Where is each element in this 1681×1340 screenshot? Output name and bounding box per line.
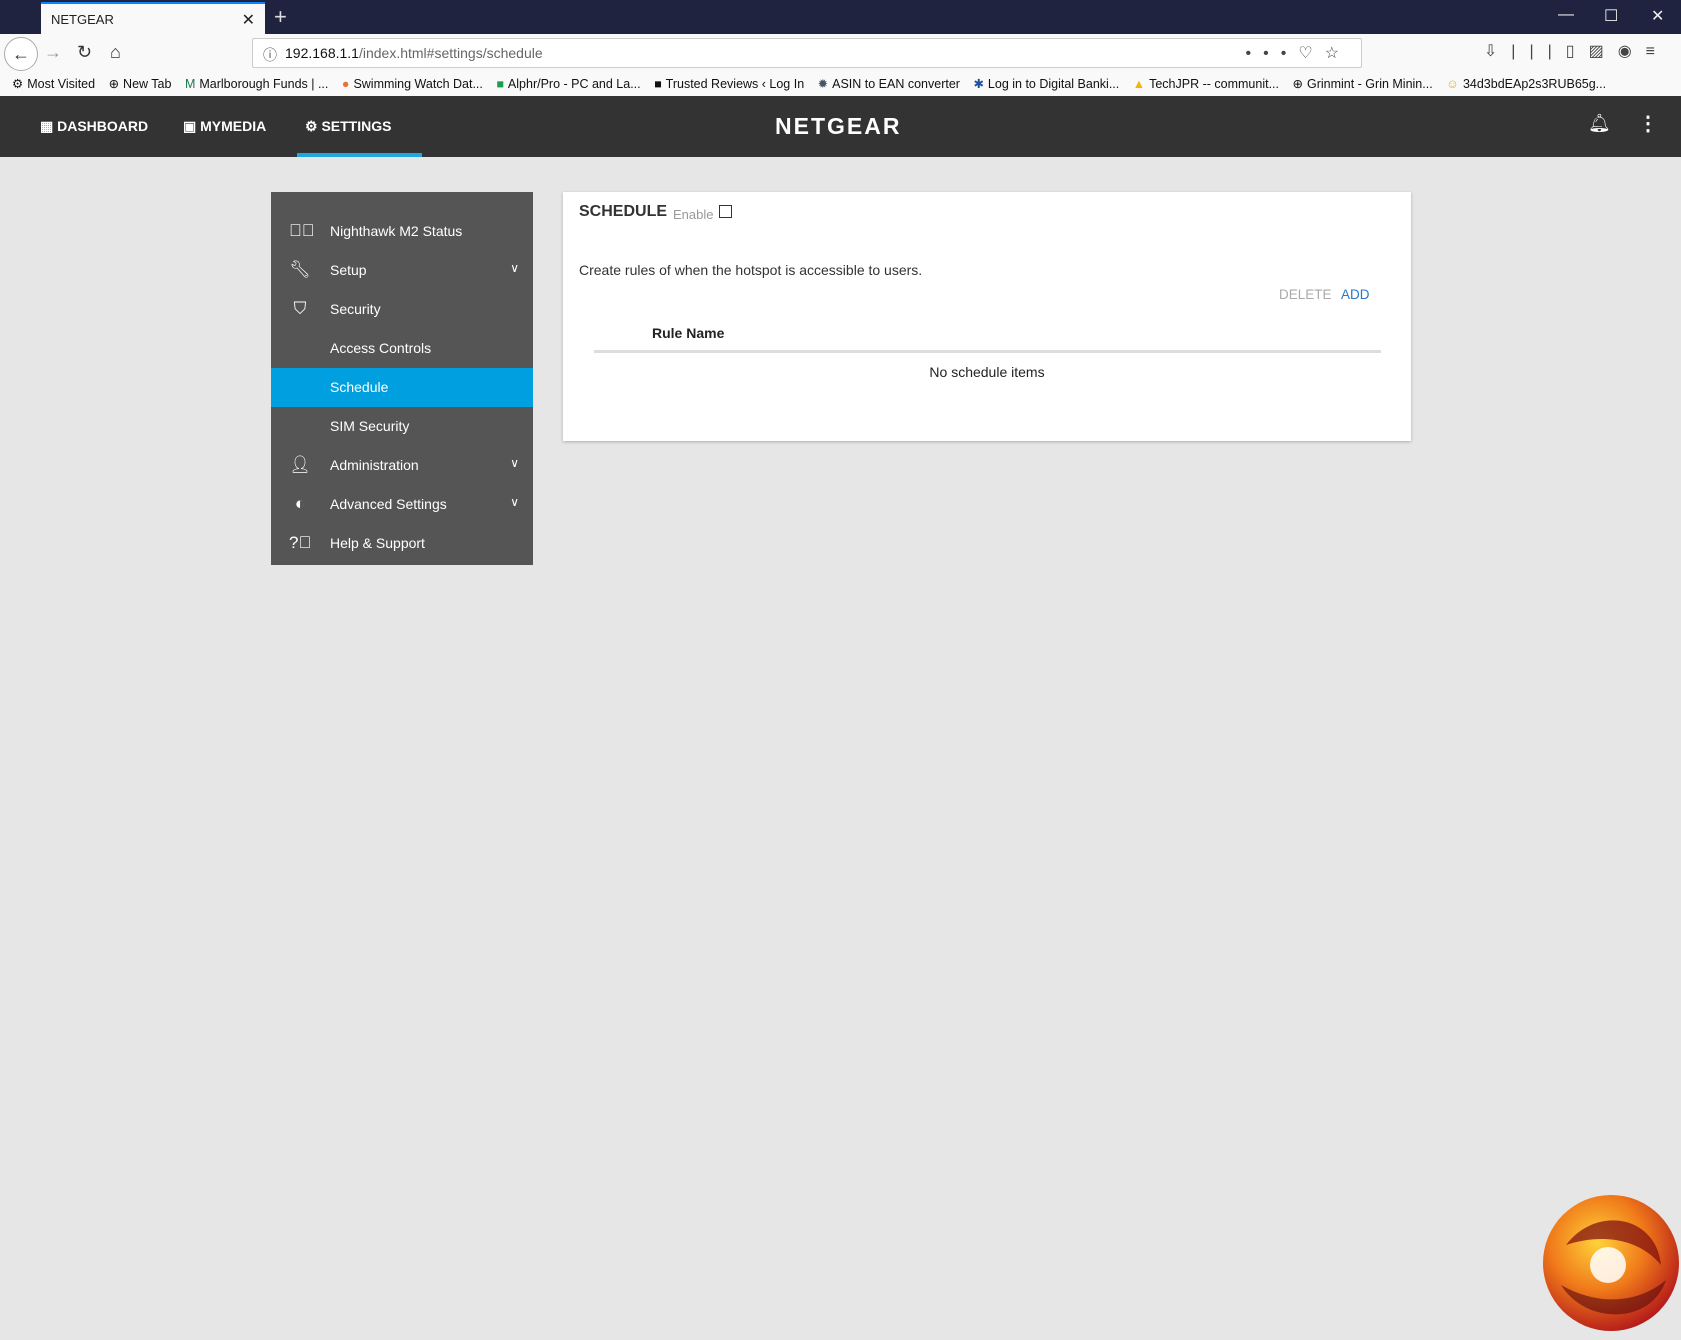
browser-tab[interactable]: NETGEAR ✕ — [41, 2, 265, 34]
new-tab-icon[interactable]: + — [274, 4, 287, 30]
sidebar-item-status[interactable]: ✓⃝ Nighthawk M2 Status — [271, 212, 533, 251]
url-bar[interactable]: ⓘ 192.168.1.1/index.html#settings/schedu… — [252, 38, 1362, 68]
bookmark[interactable]: ⚙ Most Visited — [12, 77, 95, 91]
extension-icon[interactable]: ▨ — [1589, 43, 1618, 60]
sidebar-item-access-controls[interactable]: Access Controls — [271, 329, 533, 368]
sidebar-item-help[interactable]: ?⃝ Help & Support — [271, 524, 533, 563]
bell-icon[interactable]: 🔔︎ — [1588, 113, 1611, 134]
bookmarks-bar: ⚙ Most Visited ⊕ New Tab M Marlborough Fund… — [0, 72, 1681, 96]
close-window-icon[interactable]: ✕ — [1651, 6, 1664, 26]
menu-icon[interactable]: ≡ — [1646, 43, 1669, 60]
enable-label: Enable — [673, 207, 714, 222]
info-icon[interactable]: ⓘ — [263, 45, 277, 65]
bookmark[interactable]: ⊕ New Tab — [109, 77, 172, 91]
panel-title: SCHEDULE — [579, 203, 668, 220]
netgear-logo: NETGEAR — [775, 113, 902, 139]
bookmark[interactable]: ■ Trusted Reviews ‹ Log In — [654, 77, 804, 91]
person-icon: 👤︎ — [289, 455, 311, 474]
close-tab-icon[interactable]: ✕ — [242, 10, 255, 30]
empty-state: No schedule items — [929, 364, 1045, 380]
smiley-icon: ☺ — [1446, 77, 1459, 91]
more-icon[interactable]: ••• — [1246, 45, 1299, 62]
url-path: /index.html#settings/schedule — [358, 45, 543, 61]
more-vert-icon[interactable]: ⋮ — [1638, 111, 1658, 136]
help-icon: ?⃝ — [289, 533, 312, 552]
bookmark[interactable]: ⊕ Grinmint - Grin Minin... — [1292, 77, 1432, 91]
dashboard-icon: ▦ — [40, 118, 54, 134]
plus-logo-icon: ■ — [496, 77, 504, 91]
tab-title: NETGEAR — [51, 12, 114, 27]
t-logo-icon: ■ — [654, 77, 662, 91]
account-icon[interactable]: ◉ — [1618, 43, 1646, 60]
delete-button[interactable]: DELETE — [1279, 287, 1332, 302]
top-nav: ▦ DASHBOARD ▣ MYMEDIA ⚙ SETTINGS NETGEAR… — [0, 96, 1681, 157]
downloads-icon[interactable]: ⇩ — [1484, 43, 1511, 60]
browser-toolbar: ← → ↻ ⌂ ⓘ 192.168.1.1/index.html#setting… — [0, 34, 1681, 72]
gear-icon: ✹ — [817, 77, 829, 91]
chevron-down-icon: ∨ — [510, 261, 519, 275]
enable-checkbox[interactable] — [719, 205, 732, 218]
globe-icon: ⊕ — [108, 77, 120, 91]
schedule-panel: SCHEDULE Enable Create rules of when the… — [563, 192, 1411, 441]
settings-sidebar: ✓⃝ Nighthawk M2 Status 🔧︎ Setup ∨ ⛉ Security… — [271, 192, 533, 565]
drive-icon: ▲ — [1132, 77, 1146, 91]
browser-titlebar: NETGEAR ✕ + — ☐ ✕ — [0, 0, 1681, 34]
add-button[interactable]: ADD — [1341, 287, 1370, 302]
active-tab-indicator — [297, 153, 422, 157]
m-logo-icon: M — [184, 77, 196, 91]
sidebar-item-administration[interactable]: 👤︎ Administration ∨ — [271, 446, 533, 485]
chevron-down-icon: ∨ — [510, 456, 519, 470]
maximize-icon[interactable]: ☐ — [1604, 6, 1618, 26]
bank-logo-icon: ✱ — [973, 77, 984, 91]
chevron-down-icon: ∨ — [510, 495, 519, 509]
reload-icon[interactable]: ↻ — [77, 42, 92, 63]
gear-icon: ⚙ — [12, 77, 24, 91]
column-header-rule-name: Rule Name — [652, 325, 725, 341]
check-circle-icon: ✓⃝ — [289, 221, 315, 240]
pin-icon: ● — [341, 77, 350, 91]
sidebar-item-setup[interactable]: 🔧︎ Setup ∨ — [271, 251, 533, 290]
bookmark[interactable]: ● Swimming Watch Dat... — [342, 77, 483, 91]
sidebar-icon[interactable]: ▯ — [1566, 43, 1589, 60]
wrench-icon: 🔧︎ — [289, 260, 311, 279]
sidebar-item-security[interactable]: ⛉ Security — [271, 290, 533, 329]
bookmark[interactable]: ✱ Log in to Digital Banki... — [973, 77, 1119, 91]
home-icon[interactable]: ⌂ — [110, 42, 121, 63]
library-icon[interactable]: ||| — [1511, 43, 1565, 60]
nav-settings[interactable]: ⚙ SETTINGS — [305, 118, 391, 135]
bookmark[interactable]: ■ Alphr/Pro - PC and La... — [496, 77, 640, 91]
toggle-icon: ◐ — [294, 494, 306, 513]
url-host: 192.168.1.1 — [285, 45, 359, 61]
media-icon: ▣ — [183, 118, 197, 134]
watermark-logo — [1543, 1195, 1679, 1331]
sidebar-item-sim-security[interactable]: SIM Security — [271, 407, 533, 446]
bookmark[interactable]: ✹ ASIN to EAN converter — [818, 77, 960, 91]
bookmark[interactable]: ▲ TechJPR -- communit... — [1133, 77, 1279, 91]
globe-icon: ⊕ — [1292, 77, 1303, 91]
gear-icon: ⚙ — [305, 118, 318, 134]
forward-icon[interactable]: → — [44, 42, 62, 63]
bookmark[interactable]: M Marlborough Funds | ... — [185, 77, 328, 91]
shield-icon: ⛉ — [293, 299, 307, 318]
table-divider — [594, 350, 1381, 353]
minimize-icon[interactable]: — — [1558, 6, 1574, 24]
bookmark[interactable]: ☺ 34d3bdEAp2s3RUB65g... — [1446, 77, 1606, 91]
nav-mymedia[interactable]: ▣ MYMEDIA — [183, 118, 266, 135]
sidebar-item-advanced-settings[interactable]: ◐ Advanced Settings ∨ — [271, 485, 533, 524]
bookmark-star-icon[interactable]: ☆ — [1325, 45, 1351, 62]
nav-dashboard[interactable]: ▦ DASHBOARD — [40, 118, 148, 135]
sidebar-item-schedule[interactable]: Schedule — [271, 368, 533, 407]
back-icon[interactable]: ← — [4, 37, 38, 71]
pocket-icon[interactable]: ♡ — [1298, 45, 1324, 62]
panel-description: Create rules of when the hotspot is acce… — [579, 262, 923, 278]
